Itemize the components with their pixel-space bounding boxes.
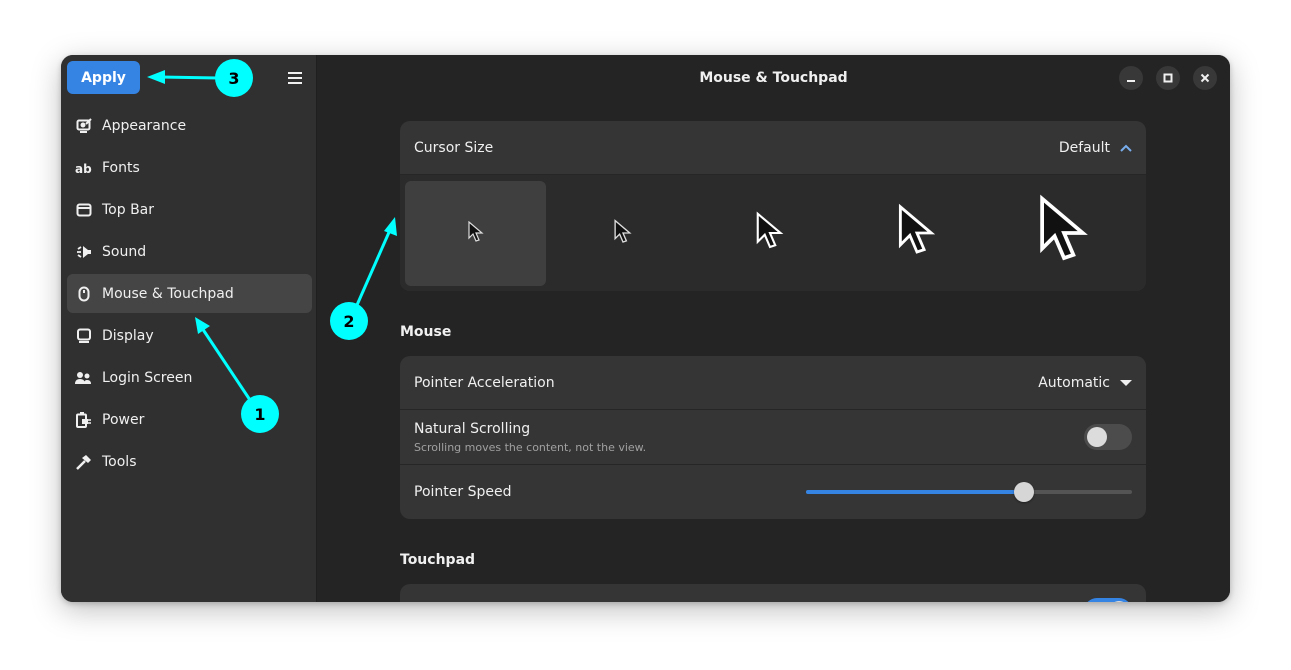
- sidebar: Apply Appearance ab Fonts Top Bar Sound …: [61, 55, 317, 602]
- appearance-icon: [75, 117, 92, 134]
- pointer-acceleration-label: Pointer Acceleration: [414, 374, 555, 391]
- power-icon: [75, 411, 92, 428]
- cursor-arrow-icon: [614, 219, 632, 243]
- sidebar-item-label: Fonts: [102, 159, 140, 176]
- window-title: Mouse & Touchpad: [699, 70, 848, 86]
- pointer-acceleration-value: Automatic: [1038, 374, 1110, 391]
- slider-fill: [806, 490, 1025, 494]
- minimize-button[interactable]: [1119, 66, 1143, 90]
- cursor-option[interactable]: [405, 180, 547, 286]
- pointer-speed-label: Pointer Speed: [414, 484, 512, 500]
- sidebar-header: Apply: [61, 55, 316, 101]
- users-icon: [75, 369, 92, 386]
- cursor-arrow-icon: [899, 203, 936, 254]
- touchpad-toggle[interactable]: [1084, 598, 1132, 602]
- sidebar-item-label: Sound: [102, 243, 147, 260]
- cursor-size-card: Cursor Size Default: [400, 121, 1146, 291]
- cursor-size-options: [400, 175, 1146, 291]
- sidebar-item-top-bar[interactable]: Top Bar: [67, 190, 312, 229]
- svg-text:ab: ab: [75, 162, 92, 176]
- annotation-badge-2: 2: [330, 302, 368, 340]
- sidebar-nav: Appearance ab Fonts Top Bar Sound Mouse …: [67, 106, 312, 484]
- minimize-icon: [1127, 80, 1135, 82]
- sound-icon: [75, 243, 92, 260]
- toggle-knob: [1087, 427, 1107, 447]
- sidebar-item-label: Mouse & Touchpad: [102, 285, 234, 302]
- hammer-icon: [75, 453, 92, 470]
- sidebar-item-login-screen[interactable]: Login Screen: [67, 358, 312, 397]
- pointer-speed-slider[interactable]: [806, 482, 1132, 502]
- natural-scrolling-subtitle: Scrolling moves the content, not the vie…: [414, 440, 647, 454]
- hamburger-menu-icon: [288, 72, 302, 84]
- sidebar-item-label: Appearance: [102, 117, 187, 134]
- annotation-badge-3: 3: [215, 59, 253, 97]
- sidebar-item-mouse-touchpad[interactable]: Mouse & Touchpad: [67, 274, 312, 313]
- maximize-button[interactable]: [1156, 66, 1180, 90]
- apply-button[interactable]: Apply: [67, 61, 140, 94]
- close-button[interactable]: [1193, 66, 1217, 90]
- main-panel: Mouse & Touchpad Cursor Size Default Mou…: [317, 55, 1230, 602]
- touchpad-card: [400, 584, 1146, 602]
- chevron-up-icon: [1120, 144, 1132, 152]
- close-icon: [1200, 73, 1210, 83]
- display-icon: [75, 327, 92, 344]
- fonts-icon: ab: [75, 159, 92, 176]
- sidebar-item-label: Top Bar: [102, 201, 155, 218]
- content-area: Cursor Size Default Mouse Pointer Accele…: [400, 121, 1146, 602]
- sidebar-item-sound[interactable]: Sound: [67, 232, 312, 271]
- maximize-icon: [1163, 73, 1173, 83]
- mouse-card: Pointer Acceleration Automatic Natural S…: [400, 356, 1146, 519]
- cursor-option[interactable]: [552, 181, 693, 286]
- mouse-icon: [75, 285, 92, 302]
- cursor-option[interactable]: [699, 181, 840, 286]
- sidebar-item-label: Power: [102, 411, 145, 428]
- annotation-badge-1: 1: [241, 395, 279, 433]
- cursor-size-value: Default: [1058, 139, 1110, 156]
- cursor-arrow-icon: [756, 211, 784, 249]
- titlebar: Mouse & Touchpad: [317, 55, 1230, 101]
- pointer-speed-row: Pointer Speed: [400, 465, 1146, 519]
- cursor-size-label: Cursor Size: [414, 139, 494, 156]
- sidebar-item-display[interactable]: Display: [67, 316, 312, 355]
- natural-scrolling-row: Natural Scrolling Scrolling moves the co…: [400, 410, 1146, 465]
- touchpad-section-title: Touchpad: [400, 552, 476, 568]
- sidebar-item-label: Display: [102, 327, 154, 344]
- hamburger-menu-button[interactable]: [283, 66, 307, 90]
- pointer-acceleration-dropdown[interactable]: Automatic: [1038, 375, 1132, 391]
- cursor-size-expander[interactable]: Cursor Size Default: [400, 121, 1146, 175]
- cursor-option[interactable]: [994, 181, 1135, 286]
- mouse-section-title: Mouse: [400, 324, 452, 340]
- top-bar-icon: [75, 201, 92, 218]
- app-window: Apply Appearance ab Fonts Top Bar Sound …: [61, 55, 1230, 602]
- sidebar-item-tools[interactable]: Tools: [67, 442, 312, 481]
- cursor-arrow-icon: [1040, 194, 1089, 261]
- sidebar-item-fonts[interactable]: ab Fonts: [67, 148, 312, 187]
- sidebar-item-label: Tools: [102, 453, 137, 470]
- pointer-acceleration-row[interactable]: Pointer Acceleration Automatic: [400, 356, 1146, 410]
- cursor-option[interactable]: [847, 181, 988, 286]
- natural-scrolling-toggle[interactable]: [1084, 424, 1132, 450]
- touchpad-row: [400, 584, 1146, 602]
- toggle-knob: [1109, 601, 1129, 602]
- slider-thumb[interactable]: [1014, 482, 1035, 502]
- sidebar-item-appearance[interactable]: Appearance: [67, 106, 312, 145]
- cursor-arrow-icon: [467, 221, 484, 242]
- sidebar-item-label: Login Screen: [102, 369, 193, 386]
- dropdown-arrow-icon: [1120, 379, 1132, 386]
- natural-scrolling-label: Natural Scrolling: [414, 420, 531, 437]
